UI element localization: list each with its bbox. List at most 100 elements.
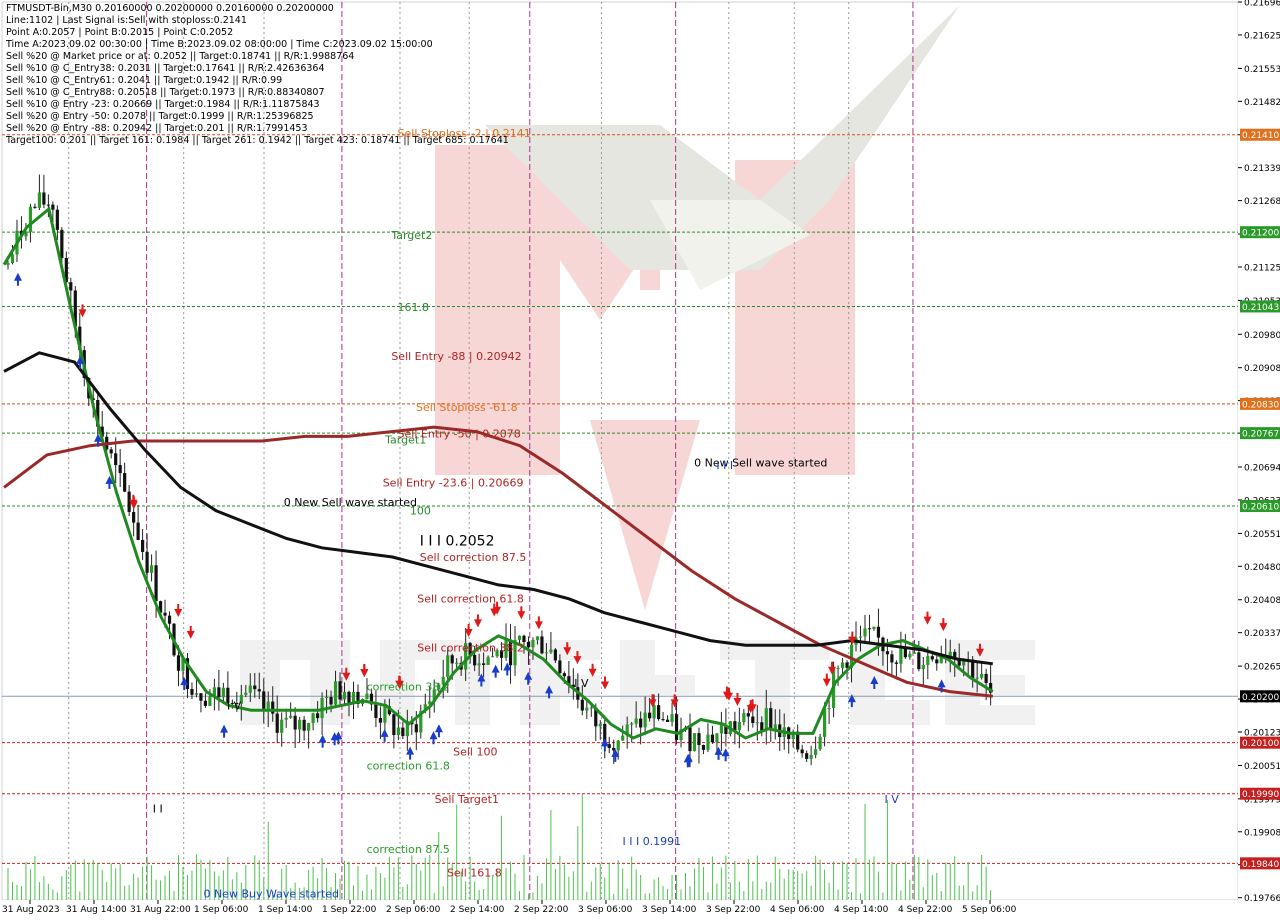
x-tick-label: 1 Sep 14:00: [258, 905, 313, 915]
info-line: Sell %20 @ Market price or at: 0.2052 ||…: [6, 51, 355, 62]
candle-body: [275, 713, 279, 733]
candle-body: [827, 708, 831, 710]
candle-body: [894, 662, 898, 664]
candle-body: [549, 649, 553, 653]
y-tick-label: 0.20908: [1244, 364, 1280, 374]
x-tick-label: 31 Aug 22:00: [130, 905, 191, 915]
y-tick-label: 0.20694: [1244, 464, 1280, 474]
candle-body: [347, 691, 351, 703]
candle-body: [392, 714, 396, 736]
info-panel: FTMUSDT-Bin,M30 0.20160000 0.20200000 0.…: [6, 3, 509, 147]
candle-body: [42, 192, 46, 205]
x-tick-label: 4 Sep 22:00: [898, 905, 953, 915]
y-tick-label: 0.21482: [1244, 98, 1280, 108]
candle-body: [293, 715, 297, 730]
chart-annotation: correction 61.8: [367, 760, 450, 773]
candle-body: [203, 700, 208, 706]
x-tick-label: 4 Sep 06:00: [770, 905, 825, 915]
chart-annotation: 161.8: [398, 301, 430, 314]
candle-body: [199, 693, 203, 701]
candle-body: [760, 722, 764, 731]
level-price-label: 0.20830: [1242, 400, 1279, 410]
candle-body: [10, 254, 15, 263]
info-line: FTMUSDT-Bin,M30 0.20160000 0.20200000 0.…: [6, 3, 334, 14]
info-line: Time A:2023.09.02 00:30:00 | Time B:2023…: [6, 39, 433, 50]
candle-body: [176, 655, 181, 671]
level-price-label: 0.20767: [1242, 430, 1279, 440]
candle-body: [374, 704, 378, 719]
candle-body: [737, 722, 741, 731]
candle-body: [710, 734, 715, 743]
candle-body: [769, 708, 773, 730]
candle-body: [60, 229, 64, 259]
y-tick-label: 0.20480: [1244, 563, 1280, 573]
chart-annotation: Sell Entry -50 | 0.2078: [398, 427, 521, 440]
candle-body: [490, 656, 495, 658]
candle-body: [648, 712, 652, 719]
y-tick-label: 0.21268: [1244, 197, 1280, 207]
candle-body: [526, 641, 531, 648]
candle-body: [145, 551, 149, 573]
candle-body: [984, 673, 988, 683]
chart-annotation: 0 New Sell wave started: [694, 457, 827, 470]
chart-annotation: I V: [574, 677, 589, 690]
candle-body: [132, 511, 136, 523]
candle-body: [167, 615, 172, 624]
candle-body: [396, 727, 400, 736]
level-price-label: 0.19840: [1242, 860, 1279, 870]
candle-body: [194, 693, 199, 695]
chart-annotation: correction 87.5: [367, 843, 450, 856]
candle-body: [114, 453, 118, 466]
x-tick-label: 31 Aug 2023: [2, 905, 60, 915]
candle-body: [733, 721, 737, 731]
level-price-label: 0.19990: [1242, 790, 1279, 800]
candle-body: [351, 691, 356, 703]
info-line: Target100: 0.201 || Target 161: 0.1984 |…: [6, 135, 509, 146]
chart-annotation: Sell Entry -88 | 0.20942: [391, 350, 521, 363]
candle-body: [221, 687, 225, 698]
y-tick-label: 0.20337: [1244, 629, 1280, 639]
candle-body: [899, 646, 903, 664]
candle-body: [656, 705, 661, 720]
info-line: Sell %10 @ Entry -23: 0.20669 || Target:…: [6, 99, 320, 110]
candle-body: [805, 753, 809, 759]
candle-body: [324, 696, 329, 698]
chart-window: Sell Stoploss -2 | 0.2141 Target2 161.8 Sel…: [0, 0, 1280, 920]
candle-body: [814, 749, 818, 755]
candle-body: [163, 612, 167, 616]
candle-body: [719, 724, 724, 734]
candle-body: [109, 449, 113, 454]
candle-body: [289, 715, 293, 718]
candle-body: [908, 653, 912, 658]
candle-body: [975, 677, 979, 679]
candle-body: [482, 663, 486, 665]
candle-body: [266, 701, 270, 709]
chart-annotation: 0 New Buy Wave started: [203, 888, 339, 901]
candle-body: [517, 635, 522, 640]
candle-body: [630, 723, 634, 725]
candle-body: [809, 754, 813, 759]
candle-body: [773, 724, 777, 730]
candle-body: [755, 722, 759, 724]
candle-body: [342, 691, 347, 700]
level-price-label: 0.21200: [1242, 229, 1279, 239]
candle-body: [921, 664, 925, 670]
y-tick-label: 0.21125: [1244, 263, 1280, 273]
info-line: Point A:0.2057 | Point B:0.2015 | Point …: [6, 27, 234, 38]
candle-body: [401, 727, 405, 737]
candle-body: [912, 652, 916, 654]
candle-body: [477, 663, 481, 666]
candle-body: [751, 716, 755, 723]
candle-body: [562, 673, 566, 677]
chart-annotation: I V: [885, 793, 900, 806]
candle-body: [248, 685, 252, 693]
candle-body: [33, 206, 37, 208]
chart-annotation: Target2: [390, 229, 432, 242]
candle-body: [540, 636, 544, 654]
candle-body: [486, 657, 490, 665]
x-tick-label: 3 Sep 06:00: [578, 905, 633, 915]
candle-body: [746, 713, 750, 717]
chart-annotation: Sell 161.8: [447, 866, 502, 879]
candle-body: [930, 656, 934, 660]
candle-body: [378, 718, 383, 723]
